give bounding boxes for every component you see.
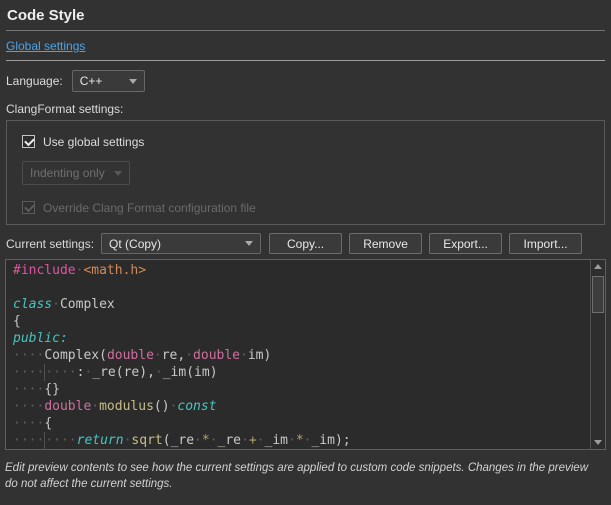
section-divider <box>6 60 605 61</box>
title-divider <box>6 30 605 31</box>
chevron-down-icon <box>129 79 137 84</box>
language-dropdown[interactable]: C++ <box>72 70 145 92</box>
code-line <box>13 279 605 296</box>
code-line: public: <box>13 330 605 347</box>
formatting-mode-dropdown: Indenting only <box>22 161 130 185</box>
language-label: Language: <box>6 74 63 88</box>
chevron-down-icon <box>245 241 253 246</box>
code-line: ········:·_re(re),·_im(im) <box>13 364 605 381</box>
current-settings-label: Current settings: <box>6 237 94 251</box>
code-line: class·Complex <box>13 296 605 313</box>
code-preview-editor[interactable]: #include·<math.h>class·Complex{public:··… <box>5 259 606 450</box>
vertical-scrollbar[interactable] <box>590 260 605 449</box>
scroll-down-button[interactable] <box>591 436 605 449</box>
current-settings-value: Qt (Copy) <box>109 237 161 251</box>
checkbox-checked-icon <box>22 201 35 214</box>
use-global-settings-label: Use global settings <box>43 135 144 149</box>
import-button[interactable]: Import... <box>509 233 582 254</box>
override-clang-format-checkbox: Override Clang Format configuration file <box>22 200 604 215</box>
scrollbar-thumb[interactable] <box>592 276 604 313</box>
code-line: { <box>13 313 605 330</box>
clangformat-settings-label: ClangFormat settings: <box>6 102 605 116</box>
triangle-up-icon <box>594 264 602 269</box>
current-settings-dropdown[interactable]: Qt (Copy) <box>101 233 261 254</box>
clangformat-settings-group: Use global settings Indenting only Overr… <box>6 120 605 225</box>
chevron-down-icon <box>114 171 122 176</box>
scroll-up-button[interactable] <box>591 260 605 273</box>
copy-button[interactable]: Copy... <box>269 233 342 254</box>
code-line: #include·<math.h> <box>13 262 605 279</box>
language-value: C++ <box>80 74 103 88</box>
help-text: Edit preview contents to see how the cur… <box>5 460 601 492</box>
language-row: Language: C++ <box>6 70 605 92</box>
code-line: ········return·sqrt(_re·*·_re·+·_im·*·_i… <box>13 432 605 449</box>
code-editor-content[interactable]: #include·<math.h>class·Complex{public:··… <box>6 260 605 449</box>
formatting-mode-value: Indenting only <box>30 166 105 180</box>
triangle-down-icon <box>594 440 602 445</box>
override-clang-format-label: Override Clang Format configuration file <box>43 201 256 215</box>
global-settings-link[interactable]: Global settings <box>6 39 85 53</box>
code-line: ····double·modulus()·const <box>13 398 605 415</box>
export-button[interactable]: Export... <box>429 233 502 254</box>
page-title: Code Style <box>7 7 604 24</box>
current-settings-row: Current settings: Qt (Copy) Copy... Remo… <box>6 233 605 254</box>
code-style-settings-page: Code Style Global settings Language: C++… <box>0 7 611 492</box>
code-line: ····Complex(double·re,·double·im) <box>13 347 605 364</box>
code-line: ····{ <box>13 415 605 432</box>
checkbox-checked-icon <box>22 135 35 148</box>
code-line: ····{} <box>13 381 605 398</box>
use-global-settings-checkbox[interactable]: Use global settings <box>22 134 604 149</box>
remove-button[interactable]: Remove <box>349 233 422 254</box>
